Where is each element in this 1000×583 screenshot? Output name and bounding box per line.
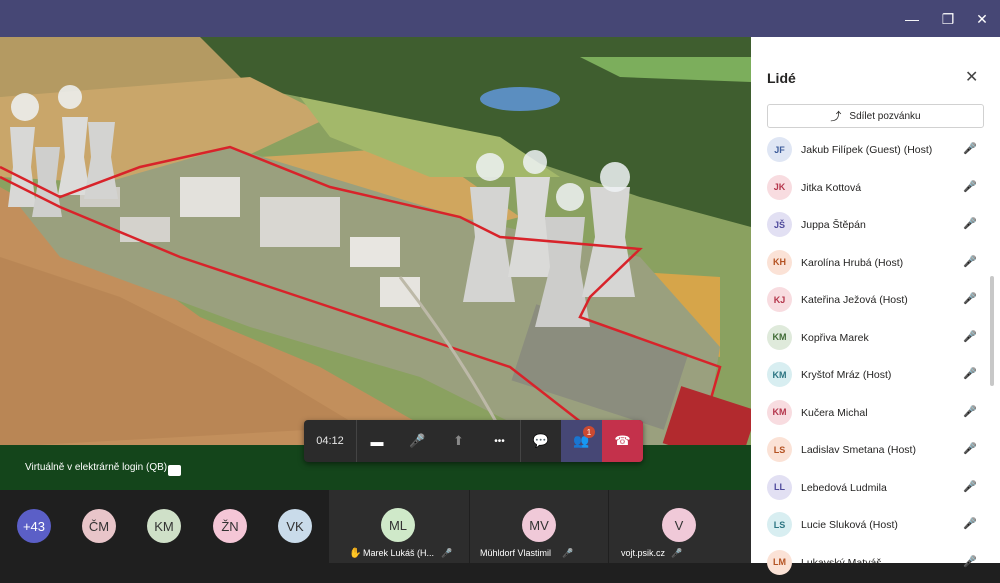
people-button[interactable]: 👥 1: [561, 420, 602, 462]
avatar: JF: [767, 137, 792, 162]
avatar: V: [662, 508, 696, 542]
participant-row[interactable]: KH Karolína Hrubá (Host) 🎤: [751, 246, 1000, 283]
avatar[interactable]: KM: [147, 509, 181, 543]
mic-off-icon: 🎤: [963, 480, 977, 493]
participant-name: Ladislav Smetana (Host): [801, 444, 916, 456]
participant-row[interactable]: JF Jakub Filípek (Guest) (Host) 🎤: [751, 133, 1000, 170]
presenter-badge-icon: [168, 465, 181, 476]
participant-name: Kopřiva Marek: [801, 331, 869, 344]
participant-tile[interactable]: MV Mühldorf Vlastimil 🎤: [470, 490, 608, 563]
avatar[interactable]: ŽN: [213, 509, 247, 543]
participant-name: Marek Lukáš (H...: [363, 548, 435, 558]
mic-off-icon: 🎤: [963, 143, 977, 155]
mic-off-icon: 🎤: [963, 293, 977, 305]
mic-off-icon: 🎤: [963, 368, 977, 380]
avatar: JK: [767, 174, 792, 200]
hang-up-icon[interactable]: ☎: [602, 420, 643, 462]
participant-row[interactable]: LS Lucie Sluková (Host) 🎤: [751, 508, 1000, 545]
participant-row[interactable]: LM Lukavský Matyáš 🎤: [751, 546, 1000, 583]
mic-off-icon: 🎤: [963, 555, 977, 568]
call-controls: 04:12 ▬ 🎤 ⬆ ••• 💬 👥 1 ☎: [304, 420, 643, 462]
avatar: LL: [767, 474, 792, 500]
avatar[interactable]: ČM: [82, 509, 116, 543]
participant-name: Lebedová Ludmila: [801, 481, 887, 494]
people-panel: Lidé ✕ ⤴ Sdílet pozvánku JF Jakub Filípek…: [751, 37, 1000, 575]
participant-name: Mühldorf Vlastimil: [480, 548, 552, 558]
mic-off-icon: 🎤: [562, 548, 574, 558]
avatar: KM: [767, 362, 792, 387]
mic-off-icon: 🎤: [963, 255, 977, 268]
avatar: KH: [767, 249, 792, 275]
participant-name: Kateřina Ježová (Host): [801, 294, 908, 306]
call-timer: 04:12: [316, 435, 344, 447]
participant-name: vojt.psik.cz: [621, 548, 666, 558]
close-icon[interactable]: ✕: [972, 9, 992, 29]
participant-name: Jitka Kottová: [801, 181, 862, 194]
participant-name: Kučera Michal: [801, 406, 868, 419]
share-invite-label: Sdílet pozvánku: [849, 110, 921, 122]
panel-title: Lidé: [767, 70, 796, 86]
mic-off-icon: 🎤: [963, 518, 977, 530]
mic-off-icon: 🎤: [441, 548, 453, 558]
participant-row[interactable]: KM Kopřiva Marek 🎤: [751, 321, 1000, 358]
overflow-participants[interactable]: +43: [17, 509, 51, 543]
close-icon[interactable]: ✕: [965, 67, 978, 87]
avatar: LS: [767, 512, 792, 537]
mic-off-icon: 🎤: [963, 443, 977, 455]
raised-hand-icon: ✋: [349, 548, 362, 559]
mic-off-icon[interactable]: 🎤: [397, 420, 438, 462]
participant-row[interactable]: KJ Kateřina Ježová (Host) 🎤: [751, 283, 1000, 320]
participant-tile[interactable]: ML ✋ Marek Lukáš (H... 🎤: [329, 490, 469, 563]
participant-name: Jakub Filípek (Guest) (Host): [801, 144, 933, 156]
avatar: KJ: [767, 287, 792, 312]
mic-off-icon: 🎤: [963, 405, 977, 418]
camera-off-icon[interactable]: ▬: [356, 420, 397, 462]
avatar[interactable]: VK: [278, 509, 312, 543]
avatar: LM: [767, 549, 792, 575]
avatar: JŠ: [767, 212, 792, 237]
participant-name: Kryštof Mráz (Host): [801, 369, 892, 381]
participant-tile[interactable]: V vojt.psik.cz 🎤: [609, 490, 751, 563]
restore-icon[interactable]: ❐: [938, 9, 958, 29]
participant-row[interactable]: JŠ Juppa Štěpán 🎤: [751, 208, 1000, 245]
chat-icon[interactable]: 💬: [520, 420, 561, 462]
mic-off-icon: 🎤: [671, 548, 683, 558]
participant-row[interactable]: KM Kučera Michal 🎤: [751, 396, 1000, 433]
more-options-icon[interactable]: •••: [479, 420, 520, 462]
participant-name: Karolína Hrubá (Host): [801, 256, 904, 269]
people-badge: 1: [583, 426, 595, 438]
mic-off-icon: 🎤: [963, 180, 977, 193]
avatar: KM: [767, 399, 792, 425]
scrollbar[interactable]: [990, 276, 994, 386]
participant-row[interactable]: KM Kryštof Mráz (Host) 🎤: [751, 358, 1000, 395]
participant-name: Lucie Sluková (Host): [801, 519, 898, 531]
avatar: KM: [767, 324, 792, 350]
mic-off-icon: 🎤: [963, 330, 977, 343]
title-bar: — ❐ ✕: [0, 0, 1000, 37]
participant-row[interactable]: LL Lebedová Ludmila 🎤: [751, 471, 1000, 508]
presenter-label: Virtuálně v elektrárně login (QB): [25, 462, 168, 473]
participant-name: Juppa Štěpán: [801, 219, 866, 231]
participant-row[interactable]: LS Ladislav Smetana (Host) 🎤: [751, 433, 1000, 470]
avatar: LS: [767, 437, 792, 462]
share-screen-icon[interactable]: ⬆: [438, 420, 479, 462]
participant-row[interactable]: JK Jitka Kottová 🎤: [751, 171, 1000, 208]
avatar: MV: [522, 508, 556, 542]
share-icon: ⤴: [830, 111, 842, 123]
avatar: ML: [381, 508, 415, 542]
minimize-icon[interactable]: —: [902, 9, 922, 29]
share-invite-button[interactable]: ⤴ Sdílet pozvánku: [767, 104, 984, 128]
mic-off-icon: 🎤: [963, 218, 977, 230]
